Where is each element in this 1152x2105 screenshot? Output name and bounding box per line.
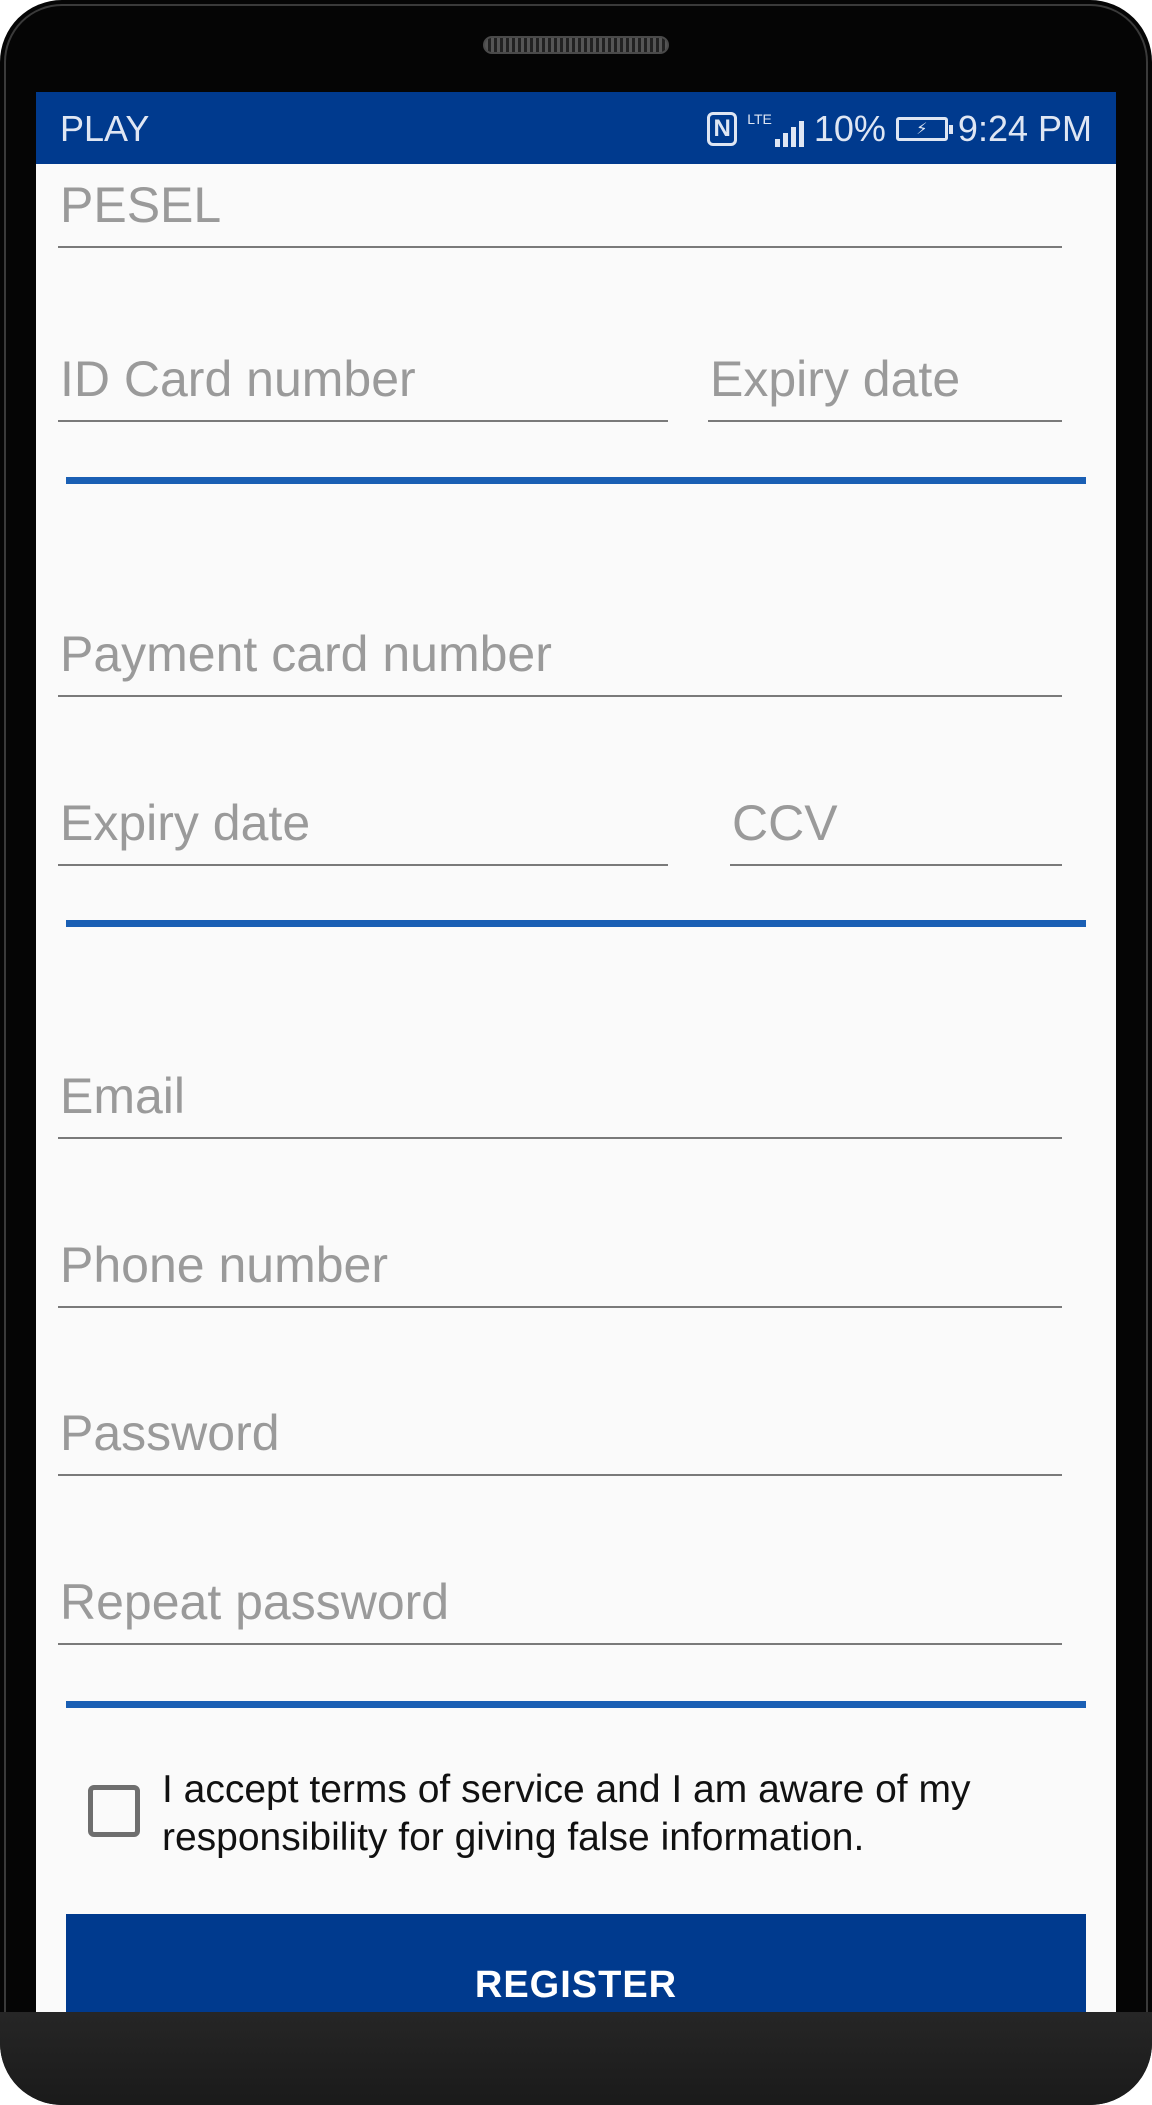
register-button[interactable]: REGISTER xyxy=(66,1914,1086,2012)
clock: 9:24 PM xyxy=(957,108,1092,149)
battery-percent: 10% xyxy=(813,108,886,149)
repeat-password-label: Repeat password xyxy=(60,1574,450,1630)
signal-icon: LTE xyxy=(747,111,804,147)
email-label: Email xyxy=(60,1068,186,1124)
phone-number-field[interactable]: Phone number xyxy=(58,1216,1062,1308)
id-expiry-date-label: Expiry date xyxy=(710,351,961,407)
card-expiry-date-field[interactable]: Expiry date xyxy=(58,774,668,866)
battery-charging-icon: ⚡ xyxy=(895,117,953,141)
phone-bottom-bezel xyxy=(0,2012,1152,2105)
repeat-password-field[interactable]: Repeat password xyxy=(58,1553,1062,1645)
password-label: Password xyxy=(60,1405,280,1461)
section-divider-identity xyxy=(66,477,1086,484)
id-card-number-label: ID Card number xyxy=(60,351,416,407)
id-expiry-date-field[interactable]: Expiry date xyxy=(708,332,1062,422)
network-type: LTE xyxy=(747,111,772,127)
app-screen: PLAY N LTE 10% ⚡ 9:24 PM PESEL ID Card n… xyxy=(36,92,1116,2012)
terms-text: I accept terms of service and I am aware… xyxy=(162,1768,971,1859)
status-bar: PLAY N LTE 10% ⚡ 9:24 PM xyxy=(36,92,1116,164)
id-card-number-field[interactable]: ID Card number xyxy=(58,332,668,422)
password-field[interactable]: Password xyxy=(58,1384,1062,1476)
nfc-icon: N xyxy=(707,112,738,146)
email-field[interactable]: Email xyxy=(58,1047,1062,1139)
pesel-field[interactable]: PESEL xyxy=(58,164,1062,248)
phone-frame: PLAY N LTE 10% ⚡ 9:24 PM PESEL ID Card n… xyxy=(0,0,1152,2105)
card-expiry-date-label: Expiry date xyxy=(60,795,311,851)
ccv-label: CCV xyxy=(732,795,838,851)
payment-card-number-label: Payment card number xyxy=(60,626,552,682)
terms-checkbox[interactable] xyxy=(88,1785,140,1837)
phone-number-label: Phone number xyxy=(60,1237,389,1293)
section-divider-account xyxy=(66,1701,1086,1708)
pesel-label: PESEL xyxy=(60,177,222,233)
carrier-name: PLAY xyxy=(60,108,150,149)
section-divider-payment xyxy=(66,920,1086,927)
earpiece-speaker xyxy=(483,36,669,54)
ccv-field[interactable]: CCV xyxy=(730,774,1062,866)
payment-card-number-field[interactable]: Payment card number xyxy=(58,605,1062,697)
status-icons: N LTE 10% ⚡ 9:24 PM xyxy=(707,108,1092,150)
